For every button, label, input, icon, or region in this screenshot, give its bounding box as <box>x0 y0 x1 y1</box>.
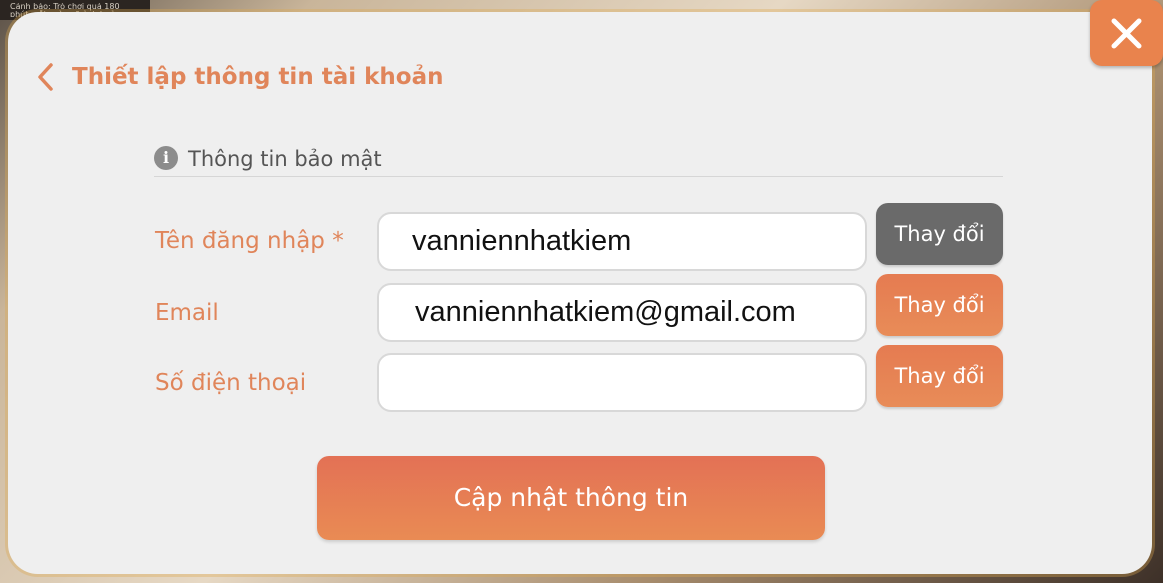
email-label: Email <box>155 300 219 326</box>
phone-label: Số điện thoại <box>155 370 307 396</box>
security-info-section: i Thông tin bảo mật <box>154 142 1003 177</box>
close-button[interactable] <box>1090 0 1163 66</box>
email-field[interactable]: vanniennhatkiem@gmail.com <box>377 283 867 342</box>
info-icon: i <box>154 146 178 170</box>
phone-value <box>379 355 865 410</box>
username-label: Tên đăng nhập * <box>155 228 344 254</box>
section-title: Thông tin bảo mật <box>188 147 382 171</box>
phone-field[interactable] <box>377 353 867 412</box>
username-value: vanniennhatkiem <box>412 225 632 257</box>
change-email-button[interactable]: Thay đổi <box>876 274 1003 336</box>
email-value: vanniennhatkiem@gmail.com <box>415 296 796 328</box>
account-settings-modal: Thiết lập thông tin tài khoản i Thông ti… <box>8 12 1152 574</box>
update-info-button[interactable]: Cập nhật thông tin <box>317 456 825 540</box>
change-phone-button[interactable]: Thay đổi <box>876 345 1003 407</box>
page-title: Thiết lập thông tin tài khoản <box>72 64 444 90</box>
chevron-left-icon <box>36 62 56 92</box>
change-username-button[interactable]: Thay đổi <box>876 203 1003 265</box>
back-button[interactable]: Thiết lập thông tin tài khoản <box>36 60 443 94</box>
username-field[interactable]: vanniennhatkiem <box>377 212 867 271</box>
